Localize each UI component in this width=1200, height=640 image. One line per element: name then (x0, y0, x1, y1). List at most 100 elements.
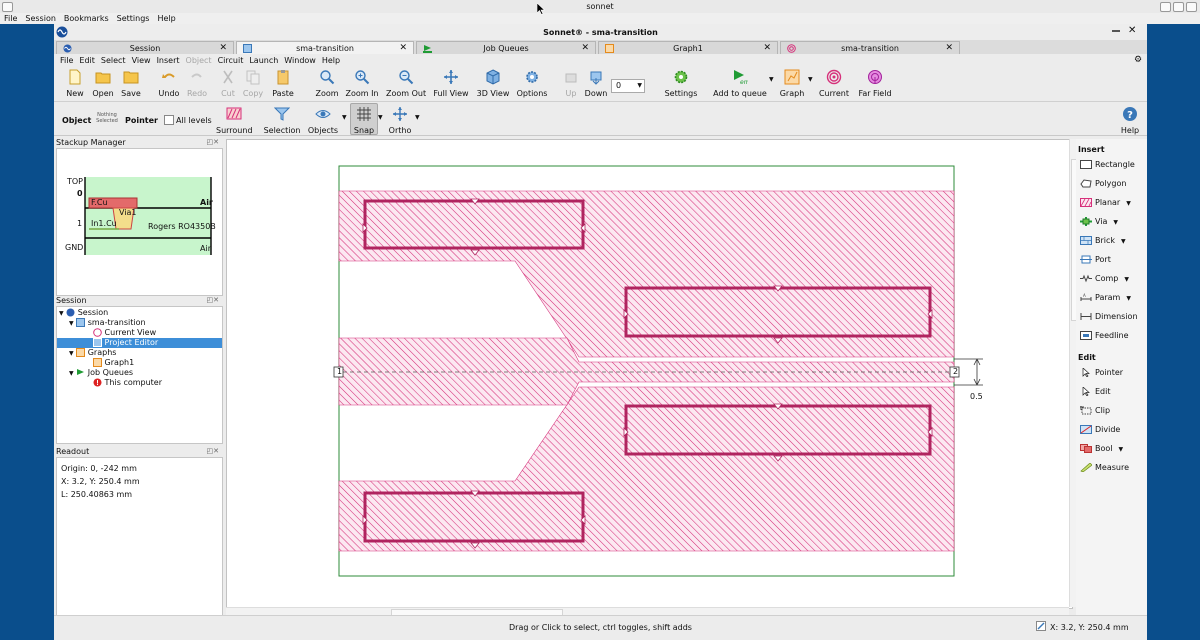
zoom-button[interactable]: Zoom (315, 69, 339, 98)
panel-float-close-icon[interactable]: ◰✕ (207, 447, 219, 455)
add-to-queue-dropdown-icon[interactable]: ▼ (769, 76, 774, 83)
settings-button[interactable]: Settings (664, 69, 698, 98)
chevron-down-icon[interactable]: ▼ (1119, 446, 1124, 453)
expand-arrow-icon[interactable]: ▼ (69, 350, 74, 357)
panel-float-close-icon[interactable]: ◰✕ (207, 138, 219, 146)
save-button[interactable]: Save (120, 69, 142, 98)
outer-menu-settings[interactable]: Settings (117, 13, 150, 24)
outer-menu-file[interactable]: File (4, 13, 17, 24)
ortho-button[interactable]: Ortho (387, 106, 413, 135)
menu-edit[interactable]: Edit (79, 54, 95, 67)
tree-this-computer[interactable]: This computer (93, 378, 162, 387)
insert-component-button[interactable]: Comp ▼ (1080, 274, 1129, 283)
tree-graph1[interactable]: Graph1 (93, 358, 134, 367)
options-button[interactable]: Options (516, 69, 548, 98)
circuit-layout[interactable] (227, 140, 1072, 608)
zoom-out-button[interactable]: Zoom Out (386, 69, 426, 98)
cut-icon (223, 70, 233, 84)
paste-button[interactable]: Paste (271, 69, 295, 98)
menu-help[interactable]: Help (322, 54, 340, 67)
insert-rectangle-button[interactable]: Rectangle (1080, 160, 1135, 169)
add-to-queue-button[interactable]: em Add to queue (712, 69, 768, 98)
zoom-in-button[interactable]: Zoom In (344, 69, 380, 98)
chevron-down-icon[interactable]: ▼ (1121, 238, 1126, 245)
tree-graphs[interactable]: ▼ Graphs (69, 348, 116, 357)
current-button[interactable]: Current (818, 69, 850, 98)
undo-button[interactable]: Undo (157, 69, 181, 98)
surround-button[interactable]: Surround (216, 106, 253, 135)
insert-feedline-button[interactable]: Feedline (1080, 331, 1129, 340)
snap-toggle[interactable]: Snap (350, 103, 378, 135)
snap-dropdown-icon[interactable]: ▼ (378, 114, 383, 121)
outer-menu-bookmarks[interactable]: Bookmarks (64, 13, 109, 24)
menu-file[interactable]: File (60, 54, 73, 67)
new-button[interactable]: New (64, 69, 86, 98)
chevron-down-icon[interactable]: ▼ (1126, 200, 1131, 207)
insert-planar-button[interactable]: Planar ▼ (1080, 198, 1131, 207)
tree-job-queues[interactable]: ▼ Job Queues (69, 368, 133, 377)
menu-options-icon[interactable]: ⚙ (1134, 55, 1142, 65)
objects-visibility-button[interactable]: Objects (306, 106, 340, 135)
tree-project[interactable]: ▼ sma-transition (69, 318, 146, 327)
insert-parameter-button[interactable]: A Param ▼ (1080, 293, 1131, 302)
outer-minimize-icon[interactable] (1160, 2, 1171, 12)
tree-session[interactable]: ▼ Session (59, 308, 108, 317)
tab-sma-transition-current[interactable]: sma-transition ✕ (780, 41, 960, 54)
level-select[interactable]: 0 ▼ (611, 79, 645, 93)
far-field-button[interactable]: Far Field (857, 69, 893, 98)
menu-window[interactable]: Window (284, 54, 316, 67)
expand-arrow-icon[interactable]: ▼ (69, 320, 74, 327)
chevron-down-icon[interactable]: ▼ (1124, 276, 1129, 283)
edit-clip-button[interactable]: Clip (1080, 406, 1110, 415)
full-view-button[interactable]: Full View (433, 69, 469, 98)
menu-circuit[interactable]: Circuit (218, 54, 244, 67)
tab-sma-transition-project[interactable]: sma-transition ✕ (236, 41, 414, 54)
3d-view-button[interactable]: 3D View (476, 69, 510, 98)
tab-session[interactable]: Session ✕ (56, 41, 234, 54)
menu-view[interactable]: View (132, 54, 151, 67)
insert-via-button[interactable]: Via ▼ (1080, 217, 1118, 226)
edit-measure-button[interactable]: Measure (1080, 463, 1129, 472)
open-button[interactable]: Open (91, 69, 115, 98)
cut-button[interactable]: Cut (218, 69, 238, 98)
insert-port-button[interactable]: Port (1080, 255, 1111, 264)
help-button[interactable]: ? Help (1118, 106, 1142, 135)
chevron-down-icon[interactable]: ▼ (1126, 295, 1131, 302)
outer-maximize-icon[interactable] (1173, 2, 1184, 12)
menu-object[interactable]: Object (186, 54, 212, 67)
tab-job-queues[interactable]: Job Queues ✕ (416, 41, 596, 54)
panel-float-close-icon[interactable]: ◰✕ (207, 296, 219, 304)
level-down-button[interactable]: Down (584, 69, 608, 98)
outer-menu-help[interactable]: Help (157, 13, 175, 24)
outer-close-icon[interactable] (1186, 2, 1197, 12)
outer-menu-session[interactable]: Session (25, 13, 56, 24)
insert-dimension-button[interactable]: Dimension (1080, 312, 1138, 321)
layout-canvas[interactable]: 1 2 0.5 (226, 139, 1073, 609)
level-up-button[interactable]: Up (562, 69, 580, 98)
graph-dropdown-icon[interactable]: ▼ (808, 76, 813, 83)
all-levels-checkbox[interactable] (164, 115, 174, 125)
objects-dropdown-icon[interactable]: ▼ (342, 114, 347, 121)
tree-current-view[interactable]: Current View (93, 328, 156, 337)
redo-button[interactable]: Redo (186, 69, 208, 98)
tree-project-editor[interactable]: Project Editor (57, 338, 222, 348)
expand-arrow-icon[interactable]: ▼ (69, 370, 74, 377)
window-close-icon[interactable]: ✕ (1128, 25, 1136, 36)
menu-insert[interactable]: Insert (157, 54, 180, 67)
edit-boolean-button[interactable]: Bool ▼ (1080, 444, 1123, 453)
window-minimize-icon[interactable] (1112, 30, 1120, 32)
edit-divide-button[interactable]: Divide (1080, 425, 1120, 434)
selection-filter-button[interactable]: Selection (263, 106, 301, 135)
insert-polygon-button[interactable]: Polygon (1080, 179, 1126, 188)
menu-launch[interactable]: Launch (249, 54, 278, 67)
insert-brick-button[interactable]: Brick ▼ (1080, 236, 1126, 245)
chevron-down-icon[interactable]: ▼ (1113, 219, 1118, 226)
menu-select[interactable]: Select (101, 54, 126, 67)
graph-button[interactable]: Graph (778, 69, 806, 98)
expand-arrow-icon[interactable]: ▼ (59, 310, 64, 317)
ortho-dropdown-icon[interactable]: ▼ (415, 114, 420, 121)
tab-graph1[interactable]: Graph1 ✕ (598, 41, 778, 54)
copy-button[interactable]: Copy (242, 69, 264, 98)
edit-pointer-button[interactable]: Pointer (1080, 368, 1123, 377)
edit-edit-button[interactable]: Edit (1080, 387, 1111, 396)
